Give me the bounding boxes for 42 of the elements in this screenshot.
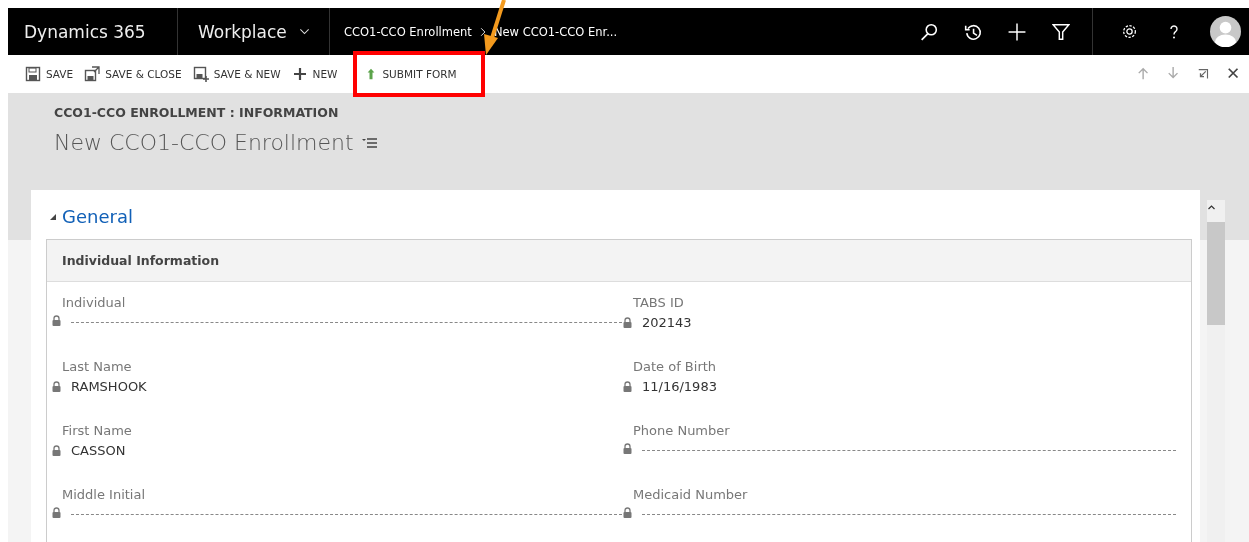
- scroll-thumb[interactable]: [1207, 222, 1225, 325]
- command-button[interactable]: SAVE & NEW: [189, 59, 289, 89]
- record-title: New CCO1-CCO Enrollment: [54, 130, 354, 155]
- field-label: Date of Birth: [633, 359, 717, 374]
- field-value[interactable]: 202143: [642, 315, 692, 330]
- plus-icon: [1008, 22, 1026, 41]
- breadcrumb-link[interactable]: CCO1-CCO Enrollment: [344, 24, 472, 39]
- command-button[interactable]: SAVE & CLOSE: [81, 59, 190, 89]
- field-label: Last Name: [62, 359, 132, 374]
- up-arrow-icon: [1137, 67, 1151, 81]
- field-label: Medicaid Number: [633, 487, 748, 502]
- search-icon: [920, 22, 938, 41]
- down-arrow-icon: [1167, 67, 1181, 81]
- collapse-icon[interactable]: [49, 212, 57, 221]
- settings-icon: [1121, 23, 1138, 40]
- field-value[interactable]: CASSON: [71, 443, 126, 458]
- field-value[interactable]: 11/16/1983: [642, 379, 717, 394]
- plus-icon: [291, 66, 308, 82]
- chevron-down-icon: [298, 26, 310, 37]
- area-switcher[interactable]: Workplace: [178, 8, 330, 55]
- field-label: First Name: [62, 423, 132, 438]
- form-selector[interactable]: CCO1-CCO ENROLLMENT : INFORMATION: [54, 105, 1249, 120]
- save-icon: [25, 66, 41, 82]
- history-icon: [964, 22, 982, 41]
- app-title[interactable]: Dynamics 365: [8, 8, 178, 55]
- section-title: Individual Information: [62, 253, 220, 268]
- field-label: TABS ID: [633, 295, 684, 310]
- field-label: Middle Initial: [62, 487, 146, 502]
- field-label: Individual: [62, 295, 126, 310]
- filter-icon: [1052, 22, 1070, 41]
- field-value[interactable]: RAMSHOOK: [71, 379, 147, 394]
- command-button[interactable]: NEW: [288, 59, 346, 89]
- command-button[interactable]: SAVE: [22, 59, 82, 89]
- save-new-icon: [192, 66, 209, 82]
- close-icon: [1227, 67, 1241, 81]
- pop-out-icon: [1197, 67, 1211, 81]
- tab-title[interactable]: General: [62, 206, 133, 227]
- field-label: Phone Number: [633, 423, 730, 438]
- save-close-icon: [84, 66, 101, 82]
- scrollbar[interactable]: [1207, 200, 1225, 542]
- avatar-icon: [1210, 16, 1241, 47]
- command-button[interactable]: SUBMIT FORM: [357, 55, 481, 93]
